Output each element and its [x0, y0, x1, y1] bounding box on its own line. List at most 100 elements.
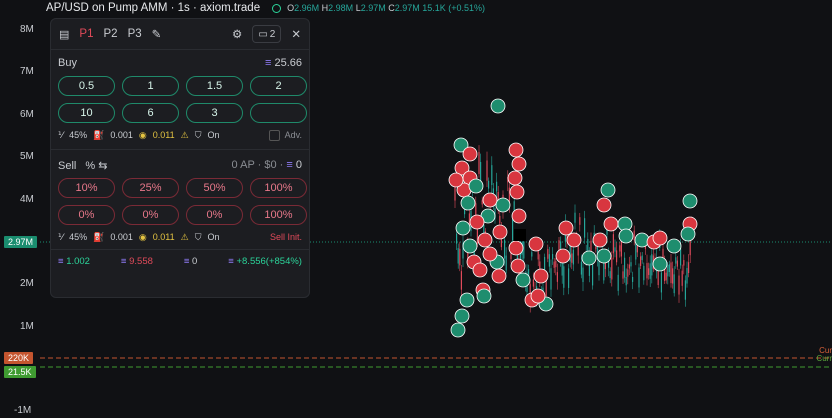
candle-body	[460, 271, 462, 290]
sell-mode-toggle[interactable]: %	[85, 160, 95, 172]
y-tick: 1M	[20, 321, 34, 332]
pencil-icon[interactable]: ✎	[152, 27, 162, 41]
buy-marker	[666, 238, 682, 254]
candle-body	[531, 252, 533, 257]
candle-body	[459, 248, 461, 266]
gear-icon[interactable]: ⚙	[232, 27, 242, 41]
candle-body	[636, 246, 638, 253]
buy-settings: ⅟ 45% ⛽ 0.001 ◉ 0.011 ⚠ ⛉ On Adv.	[58, 123, 302, 147]
candle-body	[670, 262, 672, 284]
wallet-chip[interactable]: ▭ 2	[252, 25, 282, 43]
sell-percent-button[interactable]: 100%	[250, 205, 307, 225]
buy-amount-button[interactable]: 3	[186, 103, 243, 123]
candle-body	[486, 160, 488, 181]
buy-amount-button[interactable]: 6	[122, 103, 179, 123]
buy-priority[interactable]: 0.001	[110, 130, 133, 140]
sol-icon: ≡	[58, 255, 64, 267]
buy-marker	[490, 98, 506, 114]
candle-body	[684, 280, 686, 300]
buy-amount-button[interactable]: 1	[122, 76, 179, 96]
candle-body	[649, 263, 651, 279]
buy-amount-button[interactable]: 2	[250, 76, 307, 96]
sell-percent-button[interactable]: 0%	[122, 205, 179, 225]
buy-marker	[652, 256, 668, 272]
sell-bribe[interactable]: 0.011	[153, 232, 175, 242]
candle-body	[668, 264, 670, 273]
candle-body	[660, 272, 662, 293]
candle-body	[625, 277, 627, 286]
buy-amount-button[interactable]: 1.5	[186, 76, 243, 96]
warning-icon: ⚠	[180, 129, 189, 140]
candle-body	[496, 181, 498, 192]
tab-p1[interactable]: P1	[79, 28, 93, 40]
tab-p3[interactable]: P3	[128, 28, 142, 40]
y-tick: 5M	[20, 151, 34, 162]
sol-icon: ≡	[183, 255, 190, 267]
priority-icon: ⛽	[93, 129, 105, 140]
candle-body	[491, 165, 493, 186]
candle-body	[616, 250, 618, 263]
candle-body	[574, 212, 576, 223]
candle-body	[553, 261, 555, 268]
candle-body	[628, 264, 630, 269]
candle-body	[609, 271, 611, 279]
buy-marker	[680, 226, 696, 242]
candle-body	[673, 274, 675, 294]
candle-body	[523, 241, 525, 259]
candle-body	[568, 268, 570, 288]
adv-checkbox[interactable]	[268, 129, 280, 141]
sell-percent-button[interactable]: 0%	[58, 205, 115, 225]
buy-amount-button[interactable]: 0.5	[58, 76, 115, 96]
sell-marker	[448, 172, 464, 188]
sol-icon: ≡	[264, 57, 272, 69]
swap-icon[interactable]: ⇆	[98, 160, 107, 172]
buy-slippage[interactable]: 45%	[69, 130, 87, 140]
sell-marker	[508, 142, 524, 158]
buy-marker	[455, 220, 471, 236]
buy-label: Buy	[58, 57, 77, 69]
candle-body	[478, 151, 480, 174]
buy-bribe[interactable]: 0.011	[153, 130, 175, 140]
panel-toolbar: ▤ P1 P2 P3 ✎ ⚙ ▭ 2 ✕	[51, 19, 309, 50]
close-icon[interactable]: ✕	[291, 27, 301, 41]
candle-body	[641, 255, 643, 261]
sell-priority[interactable]: 0.001	[110, 232, 133, 242]
slippage-icon: ⅟	[58, 129, 64, 140]
sell-percent-button[interactable]: 25%	[122, 178, 179, 198]
sell-percent-button[interactable]: 50%	[186, 178, 243, 198]
y-tick: -1M	[14, 405, 32, 416]
sell-percent-button[interactable]: 10%	[58, 178, 115, 198]
sell-mev[interactable]: On	[207, 232, 219, 242]
candle-body	[457, 248, 459, 264]
candle-body	[532, 279, 534, 287]
candle-body	[672, 268, 674, 284]
sell-percent-button[interactable]: 0%	[186, 205, 243, 225]
sell-init-button[interactable]: Sell Init.	[270, 232, 302, 242]
sell-marker	[603, 216, 619, 232]
candle-body	[582, 267, 584, 283]
adv-label: Adv.	[284, 130, 302, 140]
buy-marker	[515, 272, 531, 288]
price-tag-21k: 21.5K	[4, 366, 36, 378]
candle-body	[579, 217, 581, 225]
y-tick: 2M	[20, 278, 34, 289]
current-price-tag: 2.97M	[4, 236, 38, 248]
sell-marker	[492, 224, 508, 240]
buy-amount-button[interactable]: 10	[58, 103, 115, 123]
buy-amount-button[interactable]	[250, 103, 307, 123]
tab-p2[interactable]: P2	[103, 28, 117, 40]
candle-body	[612, 234, 614, 254]
instant-trade-panel[interactable]: ▤ P1 P2 P3 ✎ ⚙ ▭ 2 ✕ Buy ≡ 25.66 0.5 1 1.…	[50, 18, 310, 298]
wallet-icon: ▭	[258, 28, 268, 40]
sell-slippage[interactable]: 45%	[69, 232, 87, 242]
candle-body	[648, 268, 650, 275]
y-tick: 4M	[20, 194, 34, 205]
y-tick: 8M	[20, 24, 34, 35]
buy-mev[interactable]: On	[207, 130, 219, 140]
buy-marker	[495, 197, 511, 213]
holding-amount: ≡ 0	[183, 255, 198, 267]
sell-percent-button[interactable]: 100%	[250, 178, 307, 198]
candle-body	[646, 263, 648, 279]
sell-marker	[555, 248, 571, 264]
list-icon[interactable]: ▤	[59, 28, 69, 41]
